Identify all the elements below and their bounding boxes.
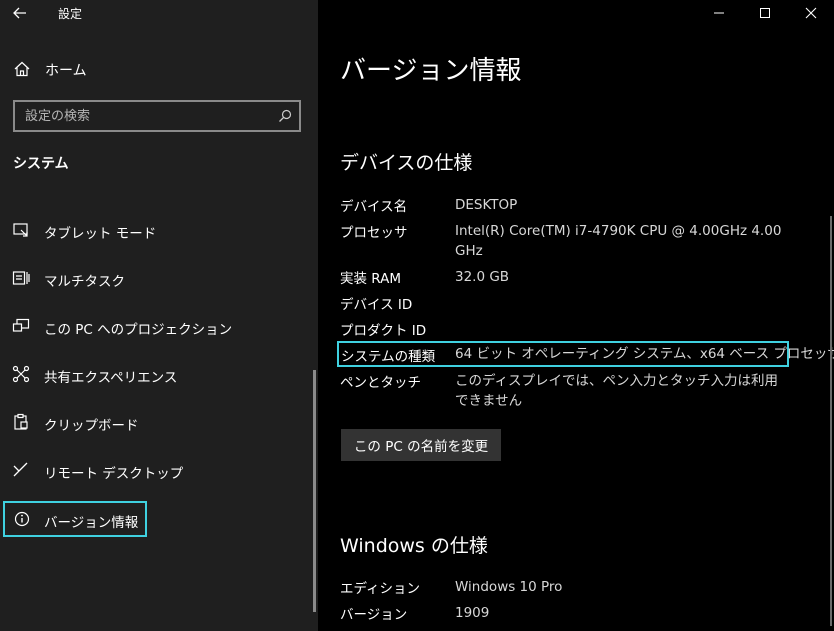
page-title: バージョン情報 (340, 56, 522, 86)
home-icon (14, 61, 30, 77)
content-pane: バージョン情報 デバイスの仕様 デバイス名 DESKTOP プロセッサ Inte… (318, 0, 834, 631)
app-title: 設定 (58, 7, 83, 21)
section-title: システム (13, 156, 69, 172)
back-arrow-icon (13, 7, 26, 19)
sidebar-item-label: 共有エクスペリエンス (44, 370, 178, 386)
sidebar-item-label: マルチタスク (44, 274, 125, 290)
spec-key: デバイス名 (340, 199, 408, 215)
info-icon (14, 511, 30, 527)
sidebar-item-projection[interactable]: この PC へのプロジェクション (0, 308, 318, 344)
close-button[interactable] (788, 0, 834, 26)
sidebar-item-clipboard[interactable]: クリップボード (0, 404, 318, 440)
content-scrollbar[interactable] (830, 216, 832, 626)
spec-row-processor: プロセッサ Intel(R) Core(TM) i7-4790K CPU @ 4… (340, 221, 790, 263)
home-nav-item[interactable]: ホーム (0, 56, 318, 82)
sidebar-item-label: バージョン情報 (44, 515, 139, 531)
titlebar-left: 設定 (0, 0, 318, 26)
home-label: ホーム (45, 63, 87, 79)
maximize-icon (760, 8, 770, 18)
search-box[interactable] (13, 100, 301, 132)
shared-experiences-icon (12, 365, 30, 383)
sidebar-item-shared-experiences[interactable]: 共有エクスペリエンス (0, 356, 318, 392)
spec-value[interactable]: このディスプレイでは、ペン入力とタッチ入力は利用できません (455, 371, 790, 411)
spec-key: ペンとタッチ (340, 375, 421, 391)
device-specs-title: デバイスの仕様 (340, 152, 473, 174)
spec-key: 実装 RAM (340, 271, 402, 287)
clipboard-icon (14, 413, 28, 430)
spec-key: プロセッサ (340, 225, 408, 241)
sidebar-scrollbar[interactable] (313, 370, 316, 612)
sidebar-item-label: リモート デスクトップ (44, 466, 184, 482)
windows-specs-title: Windows の仕様 (340, 535, 488, 557)
back-button[interactable] (8, 2, 32, 24)
minimize-icon (714, 12, 724, 14)
spec-value[interactable]: 32.0 GB (455, 267, 790, 287)
spec-key: デバイス ID (340, 297, 413, 313)
spec-value[interactable]: 64 ビット オペレーティング システム、x64 ベース プロセッサ (455, 344, 834, 364)
sidebar-item-multitasking[interactable]: マルチタスク (0, 260, 318, 296)
spec-key: システムの種類 (341, 349, 436, 365)
search-input[interactable] (15, 102, 270, 130)
spec-key: プロダクト ID (340, 323, 427, 339)
sidebar-item-remote-desktop[interactable]: リモート デスクトップ (0, 452, 318, 488)
sidebar-item-label: この PC へのプロジェクション (44, 322, 233, 338)
tablet-mode-icon (13, 223, 28, 237)
spec-value[interactable]: 1909 (455, 603, 790, 623)
sidebar: 設定 ホーム システム タブレット モード マルチタスク (0, 0, 318, 631)
minimize-button[interactable] (696, 0, 742, 26)
spec-value[interactable]: DESKTOP (455, 195, 790, 215)
search-icon[interactable] (278, 109, 292, 123)
sidebar-item-label: タブレット モード (44, 226, 157, 242)
maximize-button[interactable] (742, 0, 788, 26)
spec-value[interactable]: Intel(R) Core(TM) i7-4790K CPU @ 4.00GHz… (455, 221, 790, 261)
sidebar-item-about[interactable]: バージョン情報 (3, 501, 147, 537)
spec-value[interactable]: Windows 10 Pro (455, 577, 790, 597)
spec-row-pen-touch: ペンとタッチ このディスプレイでは、ペン入力とタッチ入力は利用できません (340, 371, 790, 413)
sidebar-item-label: クリップボード (44, 418, 139, 434)
window-controls (696, 0, 834, 26)
spec-key: バージョン (340, 607, 408, 623)
rename-pc-button[interactable]: この PC の名前を変更 (341, 429, 501, 461)
multitasking-icon (12, 271, 30, 285)
close-icon (805, 7, 817, 19)
sidebar-item-tablet-mode[interactable]: タブレット モード (0, 212, 318, 248)
spec-row-system-type: システムの種類 64 ビット オペレーティング システム、x64 ベース プロセ… (337, 341, 834, 367)
projection-icon (12, 318, 30, 332)
spec-key: エディション (340, 581, 421, 597)
remote-desktop-icon (13, 462, 28, 477)
